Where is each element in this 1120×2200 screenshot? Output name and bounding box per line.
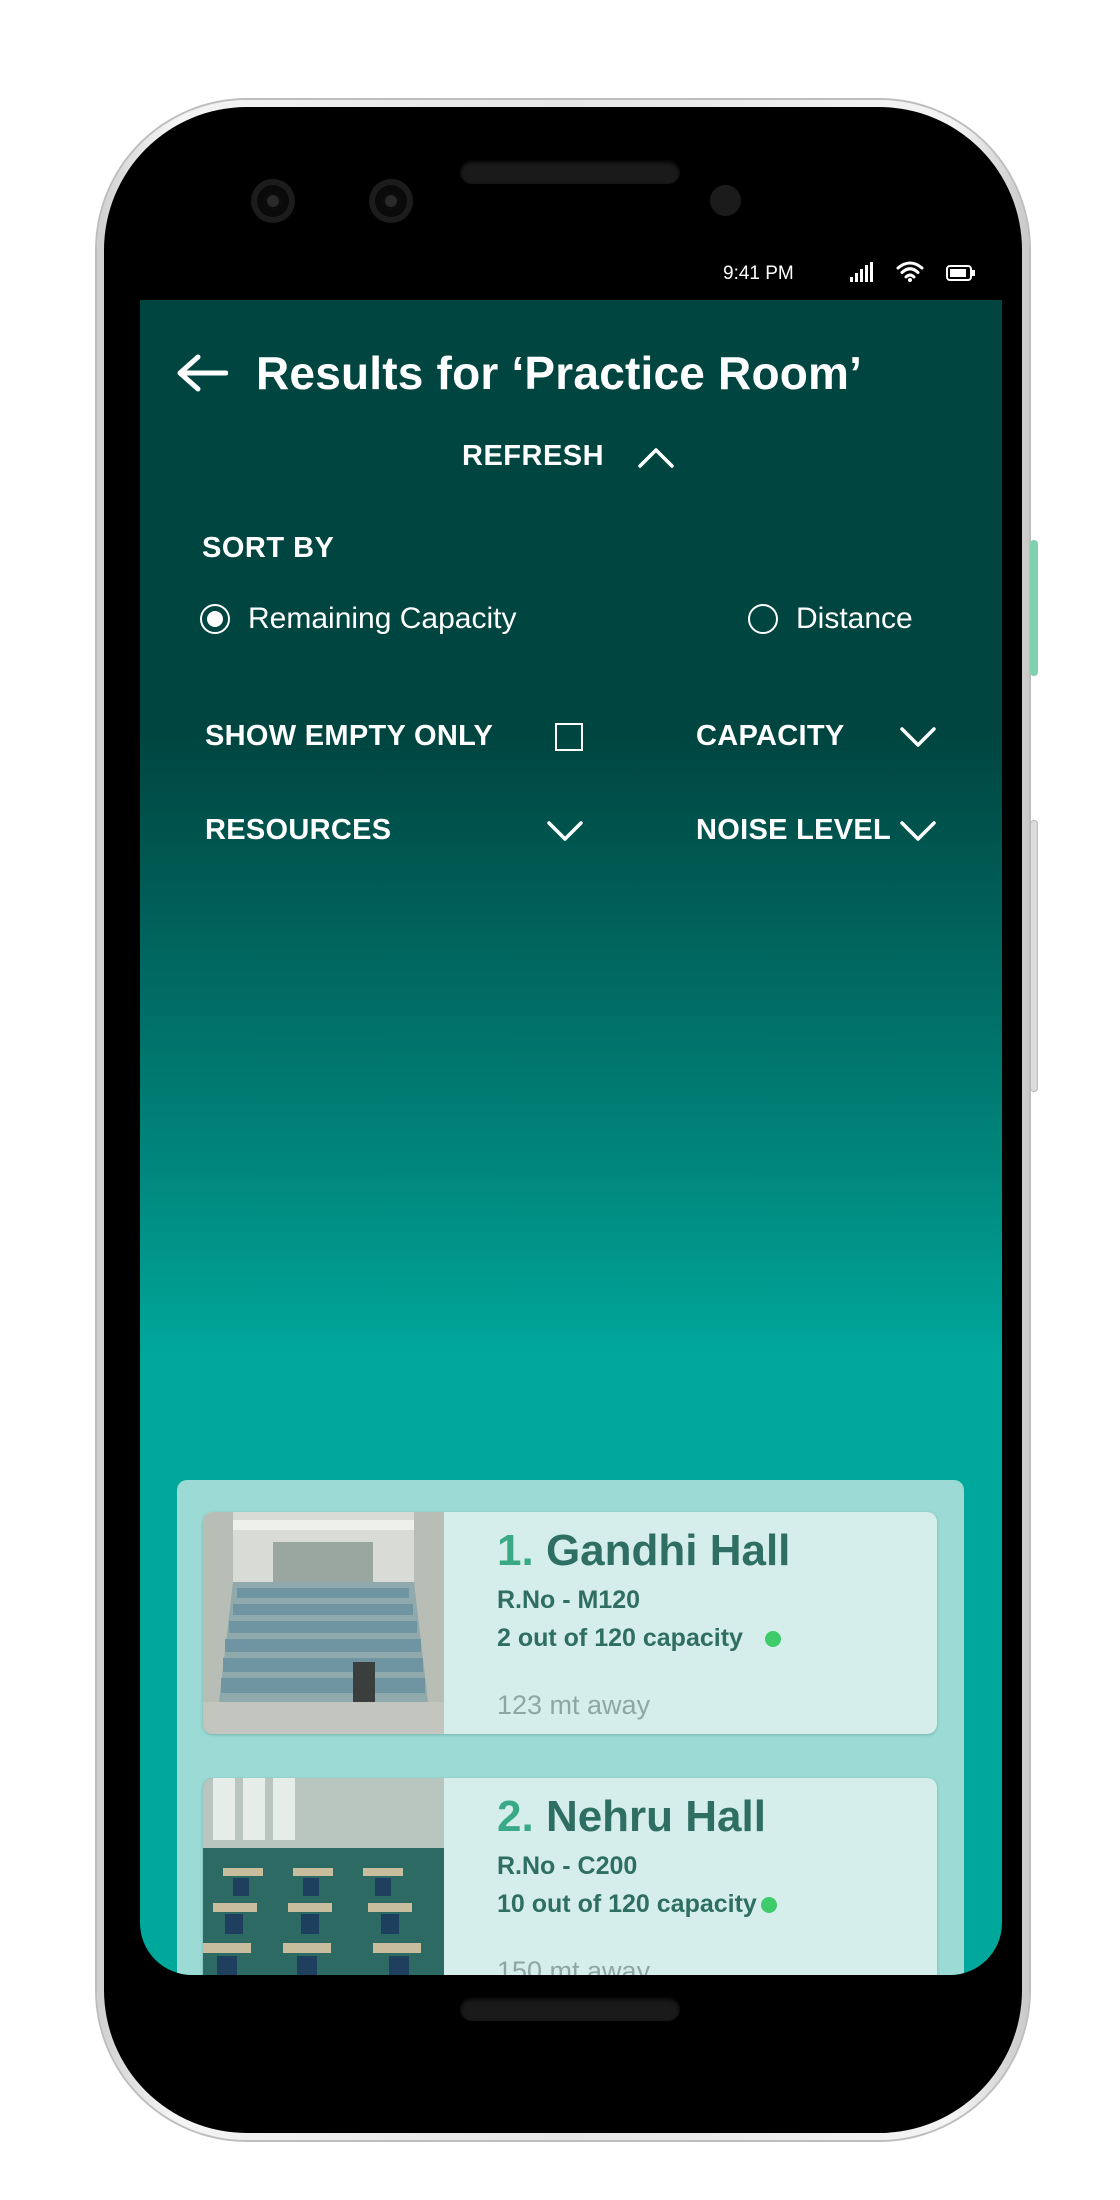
noise-level-label: NOISE LEVEL	[696, 814, 892, 846]
status-bar: 9:41 PM	[196, 252, 976, 296]
room-distance: 123 mt away	[497, 1690, 651, 1720]
refresh-label: REFRESH	[462, 440, 605, 472]
radio-unselected-icon	[748, 604, 778, 634]
status-icons	[850, 260, 976, 282]
chevron-down-icon	[547, 820, 583, 841]
capacity-text: 10 out of 120 capacity	[497, 1890, 757, 1918]
chevron-up-icon	[638, 447, 674, 468]
results-panel: 1. Gandhi Hall R.No - M120 2 out of 120 …	[177, 1480, 964, 1975]
room-name: 1. Gandhi Hall	[497, 1526, 790, 1576]
sort-option-label: Remaining Capacity	[248, 602, 517, 635]
noise-level-dropdown[interactable]: NOISE LEVEL	[696, 814, 936, 847]
sort-by-label: SORT BY	[202, 532, 335, 564]
bottom-speaker	[460, 1997, 680, 2021]
room-title: Gandhi Hall	[545, 1526, 791, 1575]
wifi-icon	[896, 261, 924, 282]
room-photo-lecture-hall	[203, 1512, 444, 1734]
room-name: 2. Nehru Hall	[497, 1792, 766, 1842]
power-button	[1030, 820, 1038, 1092]
capacity-dropdown[interactable]: CAPACITY	[696, 720, 936, 753]
room-card[interactable]: 2. Nehru Hall R.No - C200 10 out of 120 …	[203, 1778, 937, 1975]
battery-icon	[946, 265, 975, 281]
sort-option-remaining-capacity[interactable]: Remaining Capacity	[200, 602, 516, 636]
refresh-button[interactable]: REFRESH	[462, 440, 674, 473]
radio-selected-icon	[200, 604, 230, 634]
proximity-sensor	[710, 185, 741, 216]
status-time: 9:41 PM	[723, 263, 794, 284]
sort-option-distance[interactable]: Distance	[748, 602, 913, 636]
signal-icon	[850, 262, 873, 282]
room-rank: 2.	[497, 1792, 534, 1841]
show-empty-only-label: SHOW EMPTY ONLY	[205, 720, 494, 752]
room-capacity: 10 out of 120 capacity	[497, 1890, 777, 1919]
earpiece-speaker	[460, 160, 680, 184]
availability-dot-icon	[764, 1630, 781, 1647]
volume-button	[1030, 540, 1038, 676]
sort-option-label: Distance	[796, 602, 913, 635]
room-capacity: 2 out of 120 capacity	[497, 1624, 781, 1653]
room-title: Nehru Hall	[545, 1792, 766, 1841]
availability-dot-icon	[760, 1896, 777, 1913]
front-camera-icon	[369, 179, 413, 223]
front-camera-icon	[251, 179, 295, 223]
room-rank: 1.	[497, 1526, 534, 1575]
app-screen: Results for ‘Practice Room’ REFRESH SORT…	[140, 300, 1002, 1975]
capacity-text: 2 out of 120 capacity	[497, 1624, 743, 1652]
room-card[interactable]: 1. Gandhi Hall R.No - M120 2 out of 120 …	[203, 1512, 937, 1734]
show-empty-only-checkbox[interactable]	[555, 722, 583, 751]
capacity-label: CAPACITY	[696, 720, 845, 752]
room-distance: 150 mt away	[497, 1956, 651, 1975]
room-number: R.No - M120	[497, 1586, 641, 1614]
show-empty-only-toggle[interactable]: SHOW EMPTY ONLY	[205, 720, 583, 753]
resources-label: RESOURCES	[205, 814, 392, 846]
chevron-down-icon	[900, 726, 936, 747]
page-title: Results for ‘Practice Room’	[256, 347, 863, 399]
room-number: R.No - C200	[497, 1852, 638, 1880]
resources-dropdown[interactable]: RESOURCES	[205, 814, 583, 847]
back-button[interactable]	[176, 345, 232, 401]
chevron-down-icon	[900, 820, 936, 841]
header: Results for ‘Practice Room’	[176, 338, 976, 408]
room-photo-classroom	[203, 1778, 444, 1975]
back-arrow-icon	[177, 354, 228, 392]
